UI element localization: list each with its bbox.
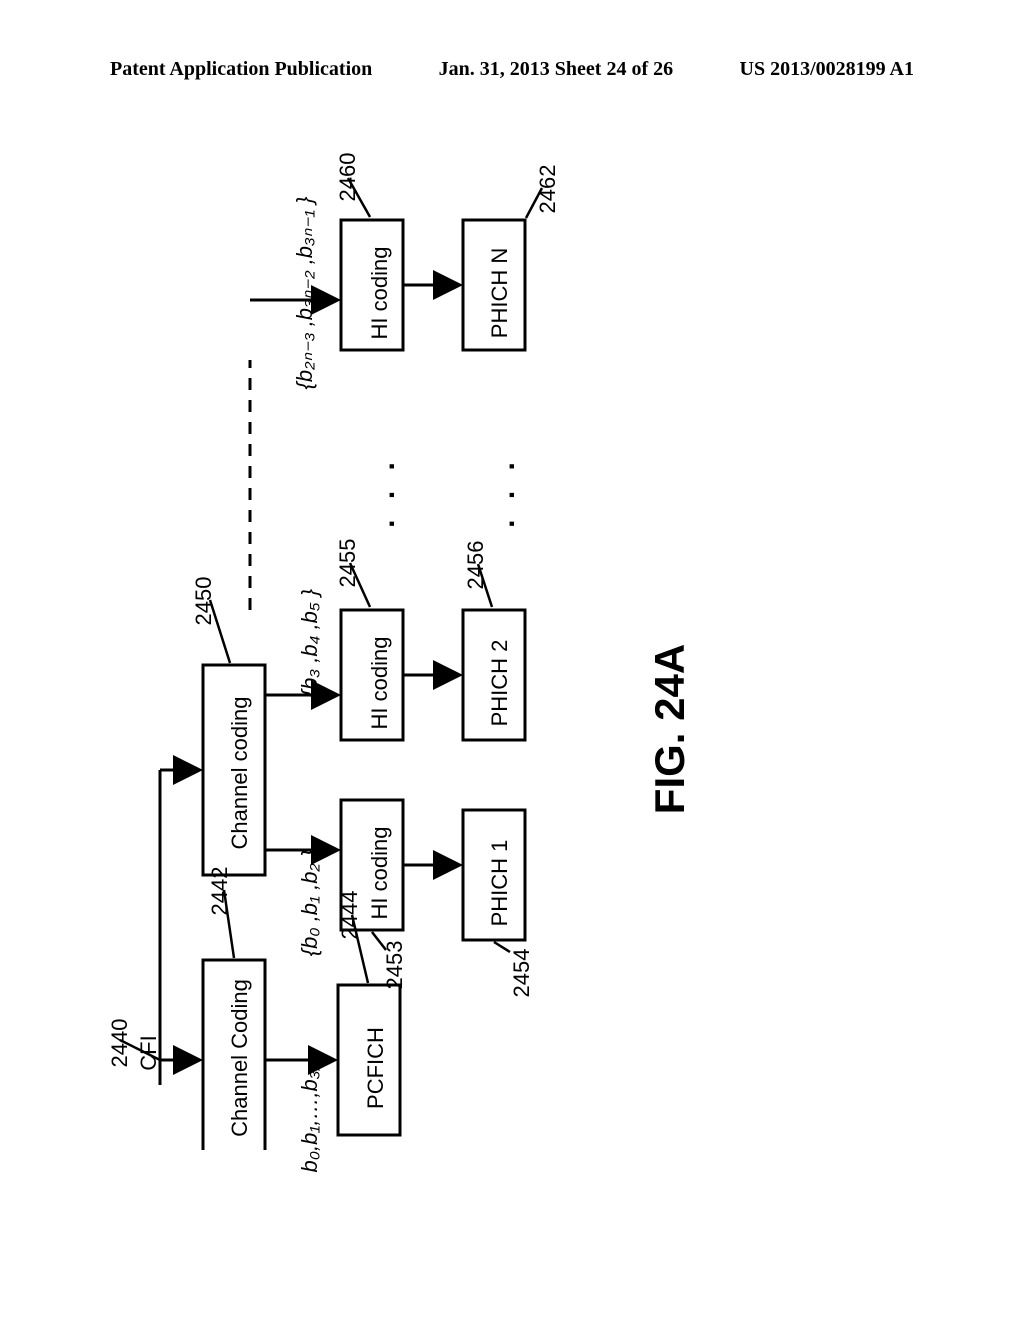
bits-012: {b₀ ,b₁ ,b₂ } [297, 833, 323, 973]
channel-coding-right: Channel coding [227, 683, 253, 863]
bits-345: {b₃ ,b₄ ,b₅ } [297, 573, 323, 713]
header-right: US 2013/0028199 A1 [740, 58, 914, 81]
phich-n: PHICH N [487, 233, 513, 353]
ref-2442: 2442 [207, 861, 233, 921]
phich-2: PHICH 2 [487, 623, 513, 743]
figure-title: FIG. 24A [646, 609, 694, 849]
header-left: Patent Application Publication [110, 58, 372, 81]
ref-2454: 2454 [509, 943, 535, 1003]
hi-coding-1: HI coding [367, 813, 393, 933]
header-center: Jan. 31, 2013 Sheet 24 of 26 [439, 58, 673, 81]
ref-2456: 2456 [463, 535, 489, 595]
bits-n: {b₂ₙ₋₃ ,b₃ₙ₋₂ ,b₃ₙ₋₁ } [292, 178, 318, 408]
ref-2444: 2444 [337, 885, 363, 945]
bits-31: b₀,b₁,…,b₃₁ [297, 1048, 323, 1188]
ref-2455: 2455 [335, 533, 361, 593]
pcfich: PCFICH [363, 1008, 389, 1128]
cfi-label: CFI [136, 1028, 162, 1078]
ref-2440: 2440 [107, 1013, 133, 1073]
ellipsis-2: . . . [488, 452, 522, 532]
page-header: Patent Application Publication Jan. 31, … [0, 58, 1024, 81]
ref-2453: 2453 [382, 935, 408, 995]
ref-2462: 2462 [535, 159, 561, 219]
ellipsis-1: . . . [368, 452, 402, 532]
phich-1: PHICH 1 [487, 823, 513, 943]
hi-coding-2: HI coding [367, 623, 393, 743]
ref-2450: 2450 [191, 571, 217, 631]
ref-2460: 2460 [335, 147, 361, 207]
diagram: 2440 2442 2444 2450 2453 2454 2455 2456 … [110, 150, 900, 1150]
channel-coding-left: Channel Coding [227, 968, 253, 1148]
hi-coding-n: HI coding [367, 233, 393, 353]
